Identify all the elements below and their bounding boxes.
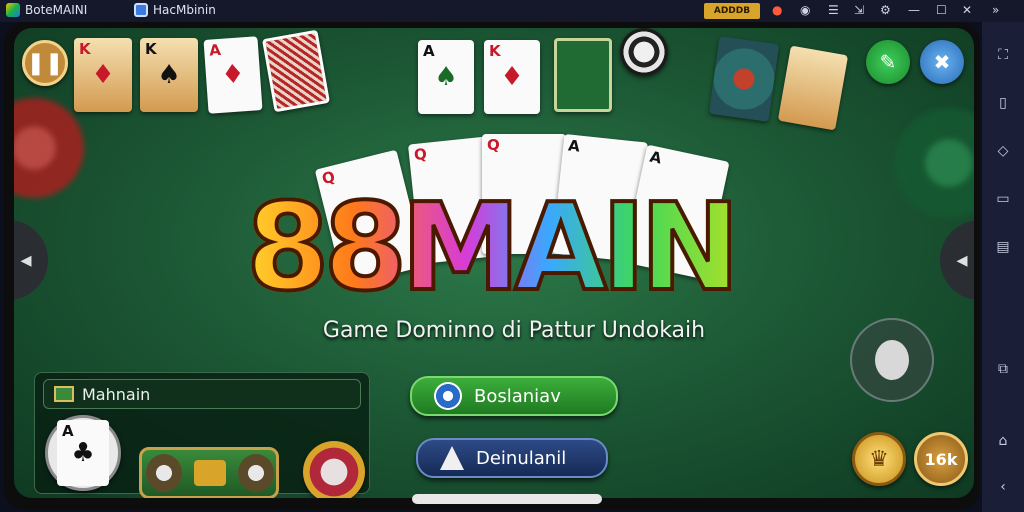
virtual-joystick[interactable] <box>850 318 934 402</box>
tab-app-label: BoteMAINI <box>25 3 88 17</box>
game-subtitle: Game Dominno di Pattur Undokaih <box>322 318 706 343</box>
prev-arrow-button[interactable]: ◂ <box>14 220 48 300</box>
tab-app[interactable]: BoteMAINI <box>6 3 87 17</box>
arrow-right-icon: ◂ <box>956 247 968 273</box>
account-icon[interactable]: ◉ <box>800 3 810 17</box>
hand-card-slot[interactable]: A ♣ <box>45 415 121 491</box>
chip-tray[interactable] <box>139 447 279 498</box>
player-badge-icon <box>54 386 74 402</box>
card-rank: K <box>79 40 91 58</box>
app-logo-icon <box>6 3 20 17</box>
card-rank: A <box>208 40 222 60</box>
chip-icon <box>238 454 274 492</box>
card-rank: K <box>489 42 501 60</box>
card-back-teal[interactable] <box>708 36 780 122</box>
card-suit: ♠ <box>157 60 181 90</box>
card-rank: K <box>145 40 157 58</box>
coin-button[interactable]: ♛ <box>852 432 906 486</box>
cards-icon <box>440 446 464 470</box>
record-icon[interactable]: ● <box>772 3 782 17</box>
chip-icon <box>146 454 182 492</box>
crown-icon <box>194 460 226 486</box>
card-rank: A <box>423 42 435 60</box>
roulette-chip-button[interactable] <box>303 441 365 498</box>
minimize-icon[interactable]: — <box>908 3 920 17</box>
card-suit: ♠ <box>434 62 458 92</box>
coin-icon: ♛ <box>869 446 889 472</box>
secondary-action-button[interactable]: Deinulanil <box>416 438 608 478</box>
card-rank: Q <box>413 144 428 165</box>
card-back-green[interactable] <box>554 38 612 112</box>
screenshot-icon[interactable]: ▭ <box>994 190 1012 208</box>
multi-instance-icon[interactable]: ⧉ <box>994 360 1012 378</box>
expand-icon[interactable]: » <box>992 3 999 17</box>
pause-button[interactable]: ❚❚ <box>22 40 68 86</box>
joystick-icon <box>875 340 909 380</box>
top-card-4[interactable]: A ♠ <box>418 40 474 114</box>
settings-icon[interactable]: ⚙ <box>880 3 891 17</box>
card-back-red[interactable] <box>262 29 330 113</box>
close-window-icon[interactable]: ✕ <box>962 3 972 17</box>
pause-icon: ❚❚ <box>26 50 64 76</box>
hand-card: A ♣ <box>57 420 109 486</box>
tab-game[interactable]: HacMbinin <box>134 3 216 17</box>
primary-action-button[interactable]: Boslaniav <box>410 376 618 416</box>
chip-icon <box>434 382 462 410</box>
chip-stack[interactable] <box>620 28 668 76</box>
close-game-button[interactable]: ✖ <box>920 40 964 84</box>
chip-decor-left <box>14 98 84 198</box>
back-icon[interactable]: ‹ <box>994 478 1012 496</box>
card-rank: Q <box>487 136 500 154</box>
game-viewport: ❚❚ K ♦ K ♠ A ♦ A ♠ K ♦ ✎ ✖ Q Q Q A A 88M… <box>4 22 980 510</box>
window-icon <box>134 3 148 17</box>
coin-value: 16k <box>924 449 958 469</box>
secondary-action-label: Deinulanil <box>476 447 567 469</box>
logo-text: 88MAIN <box>244 179 742 318</box>
top-card-3[interactable]: A ♦ <box>203 36 263 114</box>
premium-badge[interactable]: ADDDB <box>704 3 760 19</box>
wrench-icon: ✎ <box>879 50 897 74</box>
fullscreen-icon[interactable]: ⛶ <box>994 46 1012 64</box>
arrow-left-icon: ◂ <box>20 247 32 273</box>
chip-decor-right <box>894 108 974 218</box>
layout-icon[interactable]: ▯ <box>994 94 1012 112</box>
folder-icon[interactable]: ▤ <box>994 238 1012 256</box>
next-arrow-button[interactable]: ◂ <box>940 220 974 300</box>
player-panel: Mahnain A ♣ <box>34 372 370 498</box>
home-icon[interactable]: ⌂ <box>994 432 1012 450</box>
maximize-icon[interactable]: ☐ <box>936 3 947 17</box>
coin-value-badge[interactable]: 16k <box>914 432 968 486</box>
tab-game-label: HacMbinin <box>153 3 216 17</box>
card-rank: A <box>648 147 664 168</box>
top-card-5[interactable]: K ♦ <box>484 40 540 114</box>
close-icon: ✖ <box>933 50 951 74</box>
rotate-icon[interactable]: ◇ <box>994 142 1012 160</box>
collapse-icon[interactable]: ⇲ <box>854 3 864 17</box>
card-suit: ♦ <box>91 60 115 90</box>
home-indicator[interactable] <box>412 494 602 504</box>
top-card-2[interactable]: K ♠ <box>140 38 198 112</box>
card-suit: ♦ <box>500 62 524 92</box>
panel-header: Mahnain <box>43 379 361 409</box>
poker-table: ❚❚ K ♦ K ♠ A ♦ A ♠ K ♦ ✎ ✖ Q Q Q A A 88M… <box>14 28 974 498</box>
card-suit: ♣ <box>71 438 95 468</box>
top-card-face-king[interactable] <box>777 45 849 131</box>
top-card-1[interactable]: K ♦ <box>74 38 132 112</box>
emulator-sidebar: ⛶ ▯ ◇ ▭ ▤ ⧉ ⌂ ‹ <box>982 22 1024 512</box>
primary-action-label: Boslaniav <box>474 385 561 407</box>
panel-title: Mahnain <box>82 384 151 404</box>
card-rank: A <box>567 136 581 156</box>
menu-icon[interactable]: ☰ <box>828 3 839 17</box>
game-logo: 88MAIN <box>244 179 806 318</box>
tools-button[interactable]: ✎ <box>866 40 910 84</box>
window-titlebar: BoteMAINI HacMbinin ADDDB ● ◉ ☰ ⇲ ⚙ — ☐ … <box>0 0 1024 22</box>
card-suit: ♦ <box>220 59 246 91</box>
